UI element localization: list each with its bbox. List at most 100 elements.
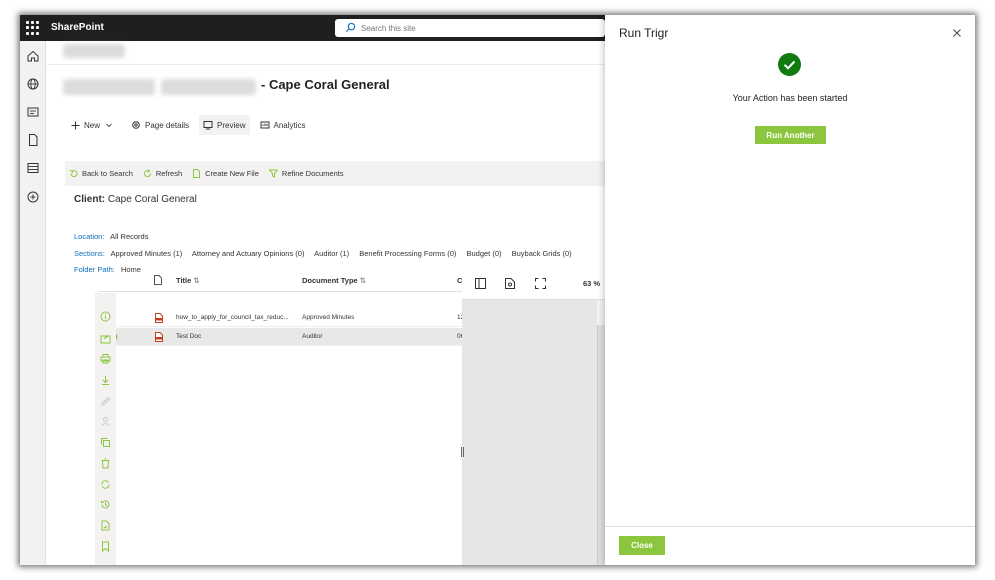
copy-icon[interactable] — [100, 437, 111, 448]
app-launcher-icon[interactable] — [26, 21, 40, 35]
success-check-icon — [778, 53, 801, 76]
brand-label[interactable]: SharePoint — [51, 22, 104, 33]
new-button[interactable]: New — [67, 115, 121, 135]
title-column-header[interactable]: Title ⇅ — [176, 276, 200, 285]
preview-label: Preview — [217, 120, 246, 130]
app-frame: SharePoint - Cape Coral General New — [20, 15, 975, 565]
redacted-title-part — [161, 79, 256, 95]
header-divider — [47, 64, 607, 65]
back-to-search-button[interactable]: Back to Search — [69, 169, 133, 178]
run-another-button[interactable]: Run Another — [755, 126, 826, 144]
create-icon[interactable] — [26, 190, 40, 204]
row-doc-type: Auditor — [302, 333, 323, 340]
pane-splitter-handle[interactable] — [461, 447, 464, 457]
panel-footer-divider — [605, 526, 975, 527]
panel-title: Run Trigr — [619, 26, 669, 40]
location-label: Location: — [74, 232, 105, 241]
section-item[interactable]: Buyback Grids (0) — [512, 249, 572, 258]
sections-label: Sections: — [74, 249, 105, 258]
preview-button[interactable]: Preview — [199, 115, 250, 135]
fullscreen-icon[interactable] — [535, 278, 546, 289]
sort-icon: ⇅ — [359, 276, 367, 285]
redacted-title-part — [63, 79, 155, 95]
title-header-label: Title — [176, 276, 192, 285]
status-message: Your Action has been started — [732, 93, 848, 103]
client-value: Cape Coral General — [107, 194, 197, 205]
document-icon[interactable] — [26, 133, 40, 147]
create-new-file-label: Create New File — [205, 169, 259, 178]
chevron-down-icon — [106, 123, 112, 128]
news-icon[interactable] — [26, 105, 40, 119]
plus-icon — [71, 121, 80, 129]
refresh-button[interactable]: Refresh — [143, 169, 182, 178]
edit-icon — [101, 396, 111, 406]
section-item[interactable]: Benefit Processing Forms (0) — [359, 249, 456, 258]
print-icon[interactable] — [100, 353, 111, 364]
permissions-icon — [101, 417, 110, 427]
search-icon — [345, 22, 356, 33]
share-icon[interactable] — [100, 333, 111, 344]
row-doc-type: Approved Minutes — [302, 314, 355, 321]
create-new-file-button[interactable]: Create New File — [192, 169, 259, 178]
action-rail — [95, 293, 116, 565]
pdf-icon — [155, 313, 163, 323]
list-icon[interactable] — [26, 161, 40, 175]
doc-type-header-label: Document Type — [302, 276, 358, 285]
page-title: - Cape Coral General — [261, 77, 390, 92]
analytics-label: Analytics — [273, 120, 306, 130]
sections-filter: Sections: Approved Minutes (1) Attorney … — [74, 249, 580, 258]
analytics-button[interactable]: Analytics — [256, 115, 310, 135]
back-to-search-label: Back to Search — [82, 169, 133, 178]
bookmark-icon[interactable] — [100, 541, 111, 552]
sync-icon[interactable] — [100, 479, 111, 490]
close-button[interactable]: Close — [619, 536, 665, 555]
home-icon[interactable] — [26, 49, 40, 63]
file-type-icon — [154, 275, 162, 285]
search-input[interactable] — [361, 21, 591, 35]
row-title[interactable]: Test Doc — [176, 333, 201, 340]
client-heading: Client: Cape Coral General — [74, 194, 197, 205]
back-icon — [69, 170, 78, 178]
page-details-label: Page details — [145, 120, 190, 130]
close-icon[interactable] — [951, 27, 963, 39]
history-icon[interactable] — [100, 499, 111, 510]
refine-documents-button[interactable]: Refine Documents — [268, 169, 344, 178]
sort-icon: ⇅ — [193, 276, 200, 285]
section-item[interactable]: Auditor (1) — [314, 249, 349, 258]
section-item[interactable]: Attorney and Actuary Opinions (0) — [192, 249, 305, 258]
section-item[interactable]: Budget (0) — [466, 249, 501, 258]
doc-type-column-header[interactable]: Document Type ⇅ — [302, 276, 366, 285]
filter-icon — [268, 169, 278, 178]
section-item[interactable]: Approved Minutes (1) — [111, 249, 183, 258]
row-title[interactable]: how_to_apply_for_council_tax_reduc... — [176, 314, 294, 321]
page-details-button[interactable]: Page details — [127, 115, 193, 135]
download-icon[interactable] — [100, 375, 111, 386]
location-filter: Location: All Records — [74, 232, 148, 241]
preview-canvas — [462, 300, 597, 565]
refresh-label: Refresh — [155, 169, 183, 178]
left-nav — [20, 41, 46, 565]
client-label: Client: — [74, 194, 106, 205]
preview-icon — [203, 121, 213, 130]
site-search[interactable] — [335, 19, 605, 37]
location-value[interactable]: All Records — [110, 232, 148, 241]
new-file-icon — [193, 169, 201, 178]
trigr-toolbar: Back to Search Refresh Create New File R… — [65, 161, 607, 186]
gear-icon — [132, 121, 140, 129]
document-action-icon[interactable] — [100, 520, 111, 531]
zoom-level[interactable]: 63 % — [583, 279, 600, 288]
refine-documents-label: Refine Documents — [281, 169, 344, 178]
preview-toolbar: 63 % — [462, 266, 607, 300]
analytics-icon — [260, 121, 269, 129]
page-view-icon[interactable] — [505, 278, 515, 289]
pdf-icon — [155, 332, 163, 342]
command-bar: New Page details Preview Analytics — [67, 115, 316, 135]
redacted-site-name — [63, 44, 125, 58]
info-icon[interactable] — [100, 311, 111, 322]
document-preview-pane: 63 % — [462, 266, 607, 565]
globe-icon[interactable] — [26, 77, 40, 91]
main-content: - Cape Coral General New Page details Pr… — [47, 41, 607, 565]
sidebar-toggle-icon[interactable] — [475, 278, 486, 289]
new-label: New — [84, 120, 101, 130]
delete-icon[interactable] — [100, 458, 111, 469]
